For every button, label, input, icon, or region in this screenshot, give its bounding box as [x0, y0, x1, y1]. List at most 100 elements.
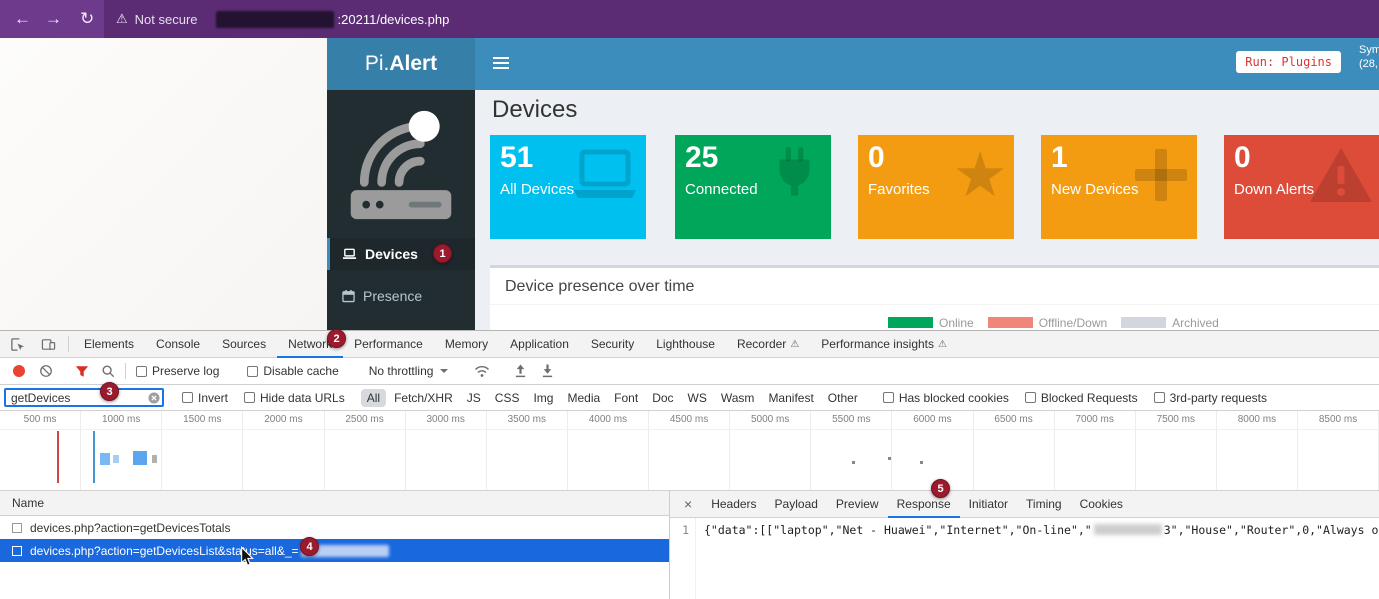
filter-icon[interactable] — [75, 365, 89, 378]
filter-type-other[interactable]: Other — [822, 389, 864, 407]
legend-item-offline[interactable]: Offline/Down — [988, 316, 1107, 330]
address-bar[interactable]: ⚠ Not secure :20211/devices.php — [104, 0, 1379, 38]
router-illustration — [327, 96, 475, 234]
tab-performance-insights[interactable]: Performance insights⚠ — [810, 331, 958, 358]
legend-item-online[interactable]: Online — [888, 316, 974, 330]
presence-panel: Device presence over time Online Offline… — [490, 265, 1379, 330]
app-logo[interactable]: Pi.Alert — [327, 38, 475, 90]
filter-type-manifest[interactable]: Manifest — [762, 389, 819, 407]
tab-label: Memory — [445, 337, 488, 351]
network-conditions-wifi-icon[interactable] — [474, 365, 490, 378]
filter-type-ws[interactable]: WS — [682, 389, 713, 407]
stat-down-alerts[interactable]: 0 Down Alerts — [1224, 135, 1379, 239]
sidebar-item-label: Presence — [363, 288, 422, 304]
timeline-column: 5000 ms — [730, 411, 811, 490]
device-toolbar-icon[interactable] — [33, 337, 64, 352]
sidebar-item-devices[interactable]: Devices — [327, 238, 475, 270]
checkbox[interactable] — [182, 392, 193, 403]
tab-recorder[interactable]: Recorder⚠ — [726, 331, 810, 358]
throttling-dropdown[interactable]: No throttling — [369, 364, 449, 378]
tab-headers[interactable]: Headers — [702, 491, 765, 518]
annotation-badge-2: 2 — [327, 329, 346, 348]
filter-type-doc[interactable]: Doc — [646, 389, 679, 407]
browser-toolbar: ← → ↻ ⚠ Not secure :20211/devices.php — [0, 0, 1379, 38]
request-activity-bar — [133, 451, 147, 465]
timeline-column: 1500 ms — [162, 411, 243, 490]
tab-label: Network — [288, 337, 332, 351]
tab-security[interactable]: Security — [580, 331, 645, 358]
tab-elements[interactable]: Elements — [73, 331, 145, 358]
filter-type-font[interactable]: Font — [608, 389, 644, 407]
network-overview-timeline[interactable]: 500 ms 1000 ms 1500 ms 2000 ms 2500 ms 3… — [0, 411, 1379, 491]
response-text-prefix: {"data":[["laptop","Net - Huawei","Inter… — [704, 523, 1092, 537]
tab-preview[interactable]: Preview — [827, 491, 888, 518]
tab-cookies[interactable]: Cookies — [1071, 491, 1132, 518]
stat-favorites[interactable]: 0 Favorites ★ — [858, 135, 1014, 239]
export-har-icon[interactable] — [541, 364, 554, 378]
search-icon[interactable] — [101, 364, 115, 378]
stat-value: 51 — [500, 141, 533, 175]
tab-performance[interactable]: Performance — [343, 331, 434, 358]
record-button[interactable] — [13, 365, 25, 377]
disable-cache-checkbox[interactable]: Disable cache — [247, 364, 338, 378]
reload-icon[interactable]: ↻ — [80, 9, 94, 29]
inspect-element-icon[interactable] — [0, 337, 33, 352]
third-party-requests-checkbox[interactable]: 3rd-party requests — [1154, 391, 1267, 405]
checkbox[interactable] — [1025, 392, 1036, 403]
request-list-header[interactable]: Name — [0, 491, 669, 516]
tab-application[interactable]: Application — [499, 331, 580, 358]
filter-type-img[interactable]: Img — [527, 389, 559, 407]
filter-type-all[interactable]: All — [361, 389, 386, 407]
back-icon[interactable]: ← — [14, 9, 31, 29]
tab-lighthouse[interactable]: Lighthouse — [645, 331, 726, 358]
has-blocked-cookies-checkbox[interactable]: Has blocked cookies — [883, 391, 1009, 405]
blocked-requests-checkbox[interactable]: Blocked Requests — [1025, 391, 1138, 405]
checkbox[interactable] — [1154, 392, 1165, 403]
sidebar-item-presence[interactable]: Presence — [327, 280, 475, 312]
clear-icon[interactable] — [39, 364, 53, 378]
filter-type-js[interactable]: JS — [461, 389, 487, 407]
filter-input[interactable] — [4, 388, 164, 407]
timeline-column: 2000 ms — [243, 411, 324, 490]
tab-response[interactable]: Response — [888, 491, 960, 518]
tab-initiator[interactable]: Initiator — [960, 491, 1017, 518]
checkbox[interactable] — [244, 392, 255, 403]
invert-checkbox[interactable]: Invert — [182, 391, 228, 405]
tab-sources[interactable]: Sources — [211, 331, 277, 358]
import-har-icon[interactable] — [514, 364, 527, 378]
filter-type-wasm[interactable]: Wasm — [715, 389, 761, 407]
preserve-log-checkbox[interactable]: Preserve log — [136, 364, 219, 378]
redacted-ip — [1094, 524, 1162, 535]
checkbox[interactable] — [883, 392, 894, 403]
warning-triangle-icon — [1308, 145, 1374, 212]
forward-icon[interactable]: → — [45, 9, 62, 29]
tab-payload[interactable]: Payload — [766, 491, 827, 518]
checkbox[interactable] — [136, 366, 147, 377]
checkbox[interactable] — [247, 366, 258, 377]
legend-item-archived[interactable]: Archived — [1121, 316, 1219, 330]
request-row[interactable]: devices.php?action=getDevicesTotals — [0, 516, 669, 539]
tab-console[interactable]: Console — [145, 331, 211, 358]
stat-connected[interactable]: 25 Connected — [675, 135, 831, 239]
clear-filter-icon[interactable] — [148, 392, 160, 407]
stat-all-devices[interactable]: 51 All Devices — [490, 135, 646, 239]
tab-label: Elements — [84, 337, 134, 351]
stat-new-devices[interactable]: 1 New Devices — [1041, 135, 1197, 239]
hamburger-menu-icon[interactable] — [493, 57, 509, 72]
tab-timing[interactable]: Timing — [1017, 491, 1071, 518]
timeline-column: 5500 ms — [811, 411, 892, 490]
response-body[interactable]: 1 {"data":[["laptop","Net - Huawei","Int… — [670, 518, 1379, 599]
timeline-column: 3000 ms — [406, 411, 487, 490]
filter-type-fetch-xhr[interactable]: Fetch/XHR — [388, 389, 459, 407]
request-row-selected[interactable]: devices.php?action=getDevicesList&status… — [0, 539, 669, 562]
filter-type-media[interactable]: Media — [561, 389, 606, 407]
experiment-icon: ⚠ — [938, 339, 947, 350]
hide-data-urls-checkbox[interactable]: Hide data URLs — [244, 391, 345, 405]
redacted-host — [216, 11, 334, 28]
filter-type-css[interactable]: CSS — [489, 389, 526, 407]
tab-memory[interactable]: Memory — [434, 331, 499, 358]
close-icon[interactable]: × — [670, 496, 702, 512]
run-plugins-button[interactable]: Run: Plugins — [1236, 51, 1341, 73]
request-activity-dot — [852, 461, 855, 464]
timeline-label-divider — [0, 429, 1379, 430]
